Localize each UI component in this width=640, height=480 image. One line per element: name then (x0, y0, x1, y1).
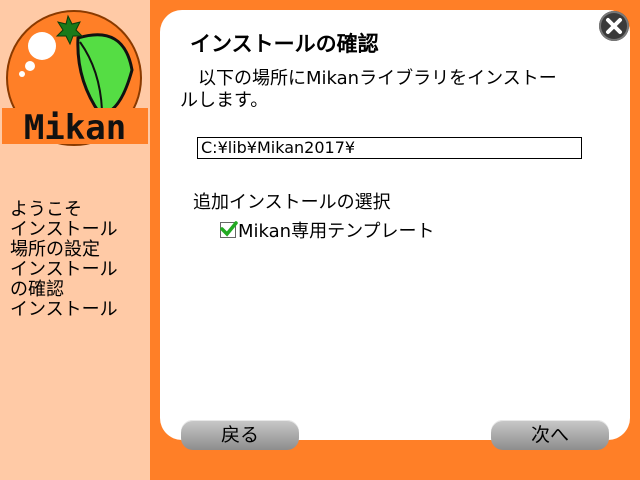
options-heading: 追加インストールの選択 (193, 192, 391, 213)
next-button[interactable]: 次へ (491, 420, 609, 450)
step-confirm-line2: の確認 (10, 279, 64, 300)
close-button[interactable] (599, 11, 629, 41)
mikan-logo: Mikan (0, 0, 150, 150)
step-welcome: ようこそ (10, 199, 82, 220)
back-button[interactable]: 戻る (181, 420, 299, 450)
dialog-description: 以下の場所にMikanライブラリをインストールします。 (180, 68, 557, 111)
option-template-label: Mikan専用テンプレート (238, 221, 435, 242)
install-path-field[interactable] (197, 137, 582, 159)
logo-text: Mikan (24, 108, 126, 148)
step-location: 場所の設定 (10, 239, 100, 260)
step-installing: インストール (10, 299, 118, 320)
step-install: インストール (10, 219, 118, 240)
checkmark-icon (220, 221, 238, 237)
sidebar: Mikan ようこそ インストール 場所の設定 インストール の確認 インストー… (0, 0, 150, 480)
close-icon (606, 18, 622, 34)
dialog-title: インストールの確認 (190, 32, 379, 56)
option-template[interactable]: Mikan専用テンプレート (220, 217, 435, 243)
step-confirm-line1: インストール (10, 259, 118, 280)
template-checkbox[interactable] (220, 221, 238, 238)
step-list: ようこそ インストール 場所の設定 インストール の確認 インストール (10, 200, 118, 320)
